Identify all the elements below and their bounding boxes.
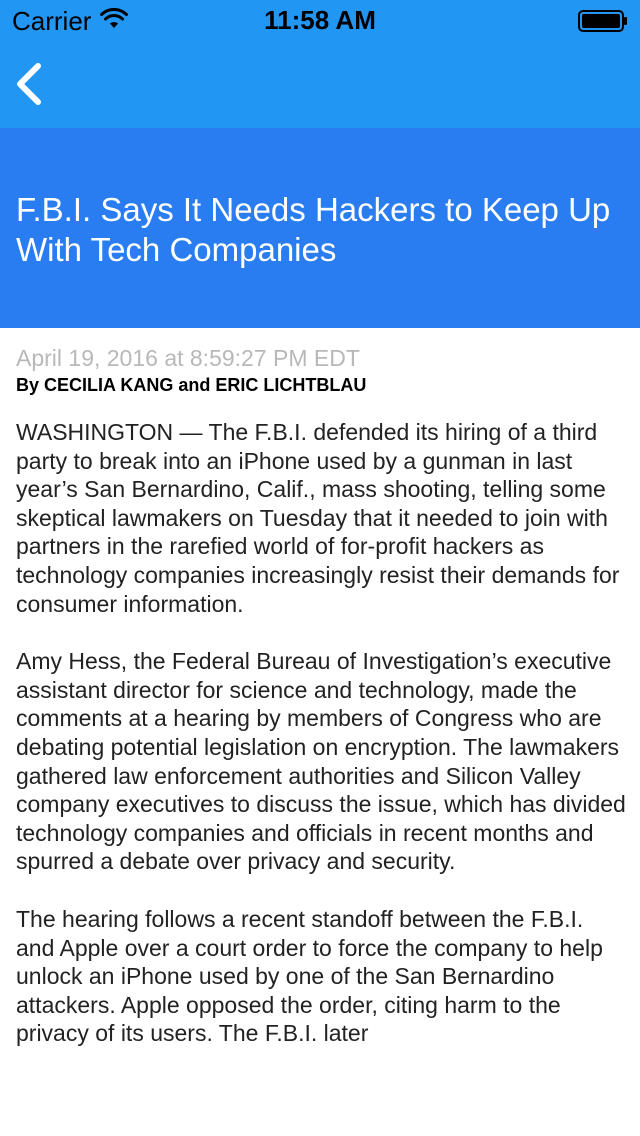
article-body: April 19, 2016 at 8:59:27 PM EDT By CECI… — [16, 344, 626, 1077]
article-screen: Carrier 11:58 AM F.B.I. Says It Needs Ha… — [0, 0, 640, 1136]
back-button[interactable] — [8, 52, 56, 116]
battery-icon — [578, 10, 627, 32]
chevron-left-icon — [17, 63, 41, 105]
article-paragraph: The hearing follows a recent standoff be… — [16, 905, 603, 1047]
navigation-bar — [0, 40, 640, 128]
article-paragraph: Amy Hess, the Federal Bureau of Investig… — [16, 648, 626, 875]
status-time: 11:58 AM — [264, 5, 376, 35]
article-paragraph: WASHINGTON — The F.B.I. defended its hir… — [16, 419, 620, 617]
article-header: F.B.I. Says It Needs Hackers to Keep Up … — [0, 128, 640, 328]
article-headline: F.B.I. Says It Needs Hackers to Keep Up … — [16, 191, 611, 268]
top-bar: Carrier 11:58 AM — [0, 0, 640, 128]
article-byline: By CECILIA KANG and ERIC LICHTBLAU — [16, 375, 367, 395]
status-bar: Carrier 11:58 AM — [0, 0, 640, 40]
article-timestamp: April 19, 2016 at 8:59:27 PM EDT — [16, 345, 360, 371]
